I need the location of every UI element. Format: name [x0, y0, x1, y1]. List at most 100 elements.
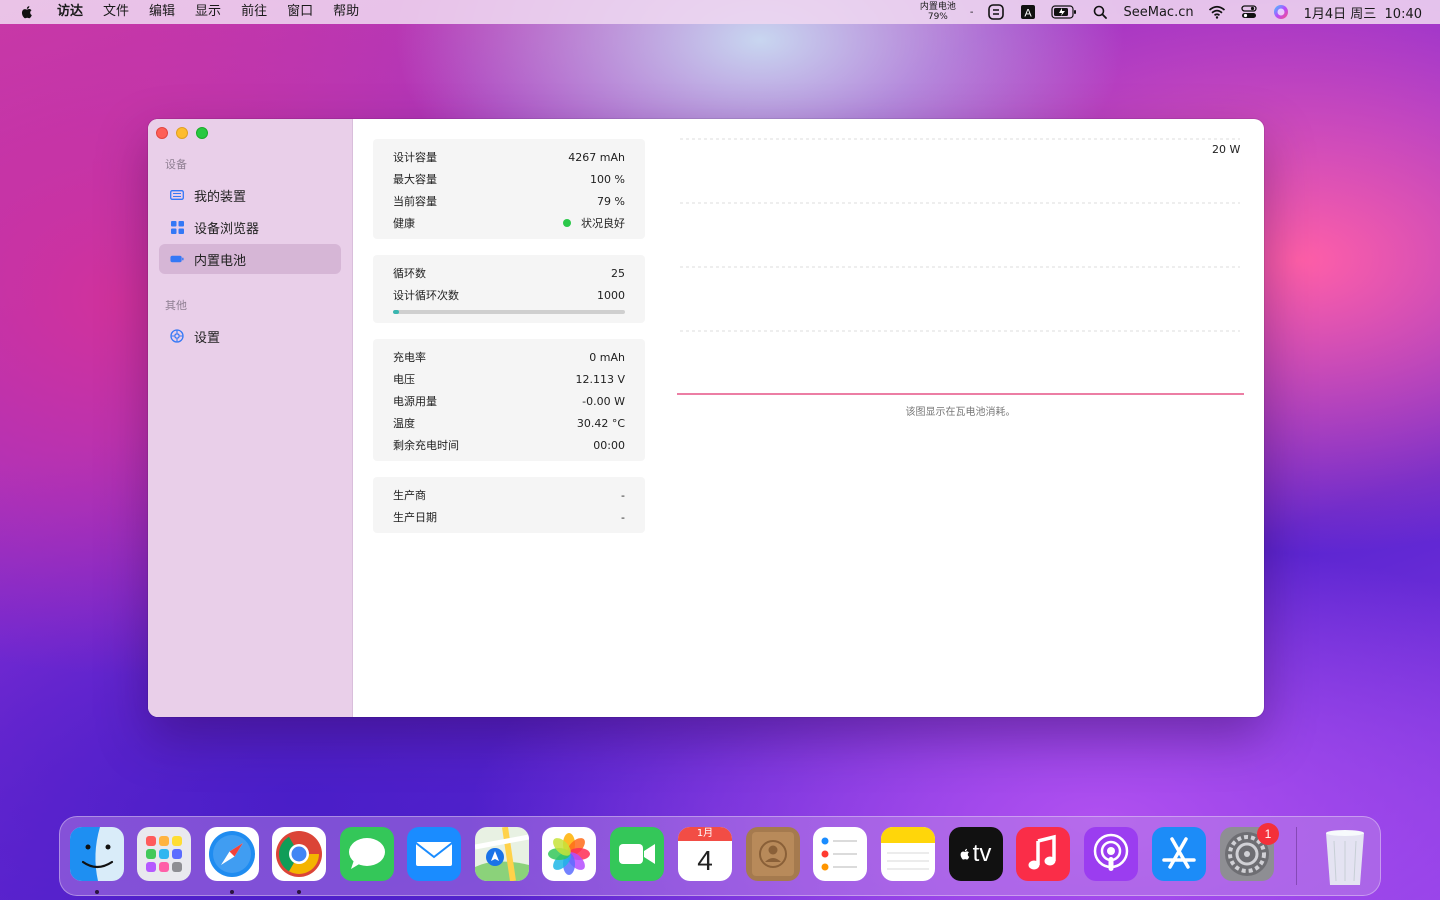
cycles-card: 循环数 25 设计循环次数 1000: [373, 255, 645, 323]
menu-edit[interactable]: 编辑: [139, 0, 185, 24]
row-label: 电压: [393, 373, 415, 386]
apple-icon: [960, 848, 970, 860]
sidebar-item-device-browser[interactable]: 设备浏览器: [159, 212, 341, 242]
manufacturer-row: 生产商 -: [393, 484, 625, 506]
row-label: 设计容量: [393, 151, 437, 164]
dock-chrome[interactable]: [272, 827, 326, 881]
row-label: 电源用量: [393, 395, 437, 408]
menu-help[interactable]: 帮助: [323, 0, 369, 24]
row-label: 设计循环次数: [393, 289, 459, 302]
cycle-progress-bar: [393, 310, 625, 314]
svg-text:A: A: [1025, 8, 1033, 20]
dock-launchpad[interactable]: [137, 827, 191, 881]
wifi-icon[interactable]: [1208, 4, 1226, 20]
row-value: 30.42 °C: [576, 416, 625, 430]
row-label: 生产日期: [393, 511, 437, 524]
finder-icon: [70, 827, 124, 881]
dock-contacts[interactable]: [746, 827, 800, 881]
battery-status-label: 内置电池: [919, 2, 956, 12]
sidebar-item-internal-battery[interactable]: 内置电池: [159, 244, 341, 274]
chart-caption: 该图显示在瓦电池消耗。: [905, 407, 1016, 418]
sidebar-item-my-device[interactable]: 我的装置: [159, 180, 341, 210]
dock-notes[interactable]: [881, 827, 935, 881]
status-app-icon[interactable]: [987, 4, 1005, 20]
voltage-row: 电压 12.113 V: [393, 368, 625, 390]
dock-photos[interactable]: [542, 827, 596, 881]
sidebar-item-settings[interactable]: 设置: [159, 321, 341, 351]
dock-mail[interactable]: [407, 827, 461, 881]
sidebar-section-devices: 设备: [165, 158, 187, 171]
zoom-button[interactable]: [196, 127, 208, 139]
cycle-count-row: 循环数 25: [393, 262, 625, 284]
row-label: 循环数: [393, 267, 426, 280]
row-label: 充电率: [393, 351, 426, 364]
apple-icon[interactable]: [19, 4, 35, 20]
row-value: -: [621, 510, 625, 524]
chart-max-label: 20 W: [1212, 143, 1241, 156]
site-text: SeeMac.cn: [1123, 4, 1194, 20]
menu-window[interactable]: 窗口: [277, 0, 323, 24]
trash-icon: [1326, 830, 1364, 885]
menu-bar: 访达 文件 编辑 显示 前往 窗口 帮助 内置电池 79% - A SeeMac…: [0, 0, 1440, 24]
dock-trash[interactable]: [1318, 827, 1372, 885]
dock-reminders[interactable]: [813, 827, 867, 881]
calendar-month: 1月: [678, 827, 732, 841]
menu-app-name[interactable]: 访达: [47, 0, 93, 24]
reminders-list-icon: [821, 837, 857, 871]
gear-icon: [170, 329, 184, 343]
battery-status-widget[interactable]: 内置电池 79%: [920, 2, 956, 22]
temperature-row: 温度 30.42 °C: [393, 412, 625, 434]
siri-icon[interactable]: [1272, 4, 1290, 20]
row-value: 100 %: [590, 172, 625, 186]
menu-file[interactable]: 文件: [93, 0, 139, 24]
row-value: -0.00 W: [582, 394, 625, 408]
dock-apple-tv[interactable]: tv: [949, 827, 1003, 881]
spotlight-search-icon[interactable]: [1091, 4, 1109, 20]
dock-safari[interactable]: [205, 827, 259, 881]
row-label: 生产商: [393, 489, 426, 502]
battery-app-window: 设备 我的装置 设备浏览器 内置电池 其他 设置 设计容量 4267 mAh 最…: [148, 119, 1264, 717]
input-method-icon[interactable]: A: [1019, 4, 1037, 20]
dock-finder[interactable]: [70, 827, 124, 881]
menubar-clock[interactable]: 1月4日 周三 10:40: [1304, 3, 1422, 22]
dock-music[interactable]: [1016, 827, 1070, 881]
battery-icon[interactable]: [1051, 4, 1077, 20]
window-controls: [156, 127, 208, 139]
sidebar-item-label: 内置电池: [194, 253, 247, 269]
dock-messages[interactable]: [340, 827, 394, 881]
dock-maps[interactable]: [475, 827, 529, 881]
health-value: 状况良好: [563, 215, 625, 231]
video-camera-icon: [619, 844, 655, 864]
health-status-dot: [563, 219, 571, 227]
close-button[interactable]: [156, 127, 168, 139]
dock-app-store[interactable]: [1152, 827, 1206, 881]
row-value: 4267 mAh: [568, 150, 625, 164]
row-label: 当前容量: [393, 195, 437, 208]
row-value: 状况良好: [581, 217, 625, 230]
row-value: 1000: [597, 288, 625, 302]
design-capacity-row: 设计容量 4267 mAh: [393, 146, 625, 168]
sidebar-item-label: 我的装置: [194, 189, 247, 205]
chrome-icon: [276, 831, 322, 877]
sidebar-item-label: 设备浏览器: [194, 221, 260, 237]
manufacture-date-row: 生产日期 -: [393, 506, 625, 528]
power-chart: [677, 138, 1244, 395]
control-center-icon[interactable]: [1240, 4, 1258, 20]
dock-facetime[interactable]: [610, 827, 664, 881]
dock-calendar[interactable]: 1月 4: [678, 827, 732, 881]
row-label: 健康: [393, 217, 415, 230]
calendar-day: 4: [697, 845, 713, 876]
menu-go[interactable]: 前往: [231, 0, 277, 24]
dock-podcasts[interactable]: [1084, 827, 1138, 881]
design-cycle-row: 设计循环次数 1000: [393, 284, 625, 306]
minimize-button[interactable]: [176, 127, 188, 139]
manufacturer-card: 生产商 - 生产日期 -: [373, 477, 645, 533]
menu-view[interactable]: 显示: [185, 0, 231, 24]
message-bubble-icon: [349, 838, 385, 869]
health-row: 健康 状况良好: [393, 212, 625, 234]
launchpad-icon: [146, 836, 182, 872]
time-remaining-row: 剩余充电时间 00:00: [393, 434, 625, 456]
row-label: 剩余充电时间: [393, 439, 459, 452]
grid-icon: [170, 220, 184, 234]
power-card: 充电率 0 mAh 电压 12.113 V 电源用量 -0.00 W 温度 30…: [373, 339, 645, 461]
